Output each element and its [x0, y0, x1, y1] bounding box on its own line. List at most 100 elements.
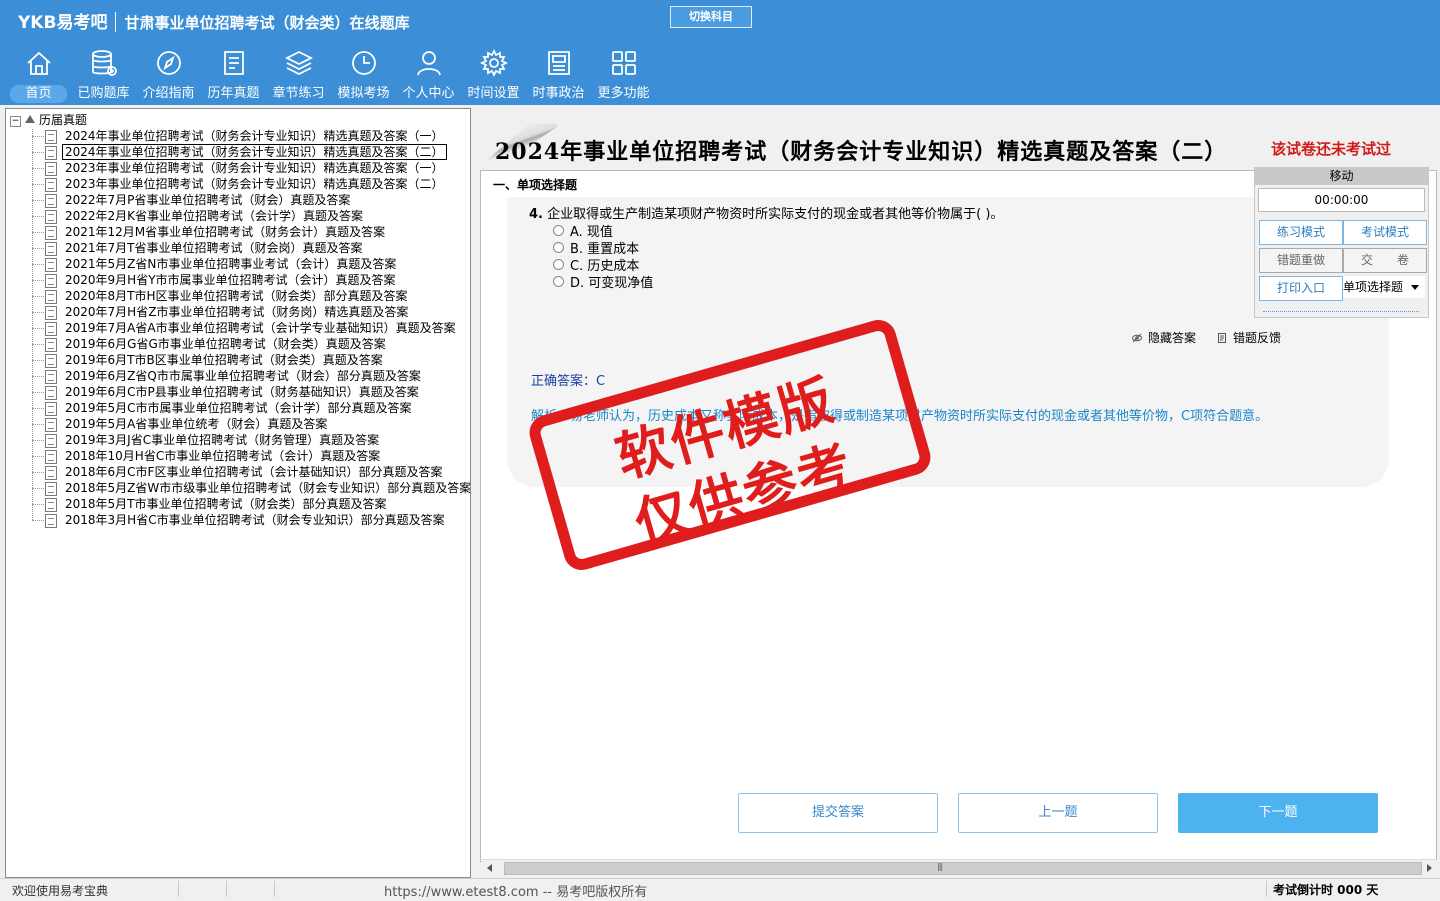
tree-item[interactable]: 2019年7月A省A市事业单位招聘考试（会计学专业基础知识）真题及答案 — [32, 320, 470, 336]
tree-item-label: 2018年6月C市F区事业单位招聘考试（会计基础知识）部分真题及答案 — [65, 465, 443, 479]
tree-item-label: 2018年3月H省C市事业单位招聘考试（财会专业知识）部分真题及答案 — [65, 513, 445, 527]
document-icon — [45, 402, 57, 416]
document-icon — [45, 210, 57, 224]
error-feedback-link[interactable]: 错题反馈 — [1217, 329, 1281, 346]
tree-item[interactable]: 2018年5月Z省W市市级事业单位招聘考试（财会专业知识）部分真题及答案 — [32, 480, 471, 496]
scroll-grip: ||| — [937, 862, 943, 871]
tree-item-label: 2019年6月Z省Q市市属事业单位招聘考试（财会）部分真题及答案 — [65, 369, 421, 383]
tree-root[interactable]: − 历届真题 — [10, 112, 87, 128]
hide-answer-link[interactable]: 隐藏答案 — [1132, 329, 1196, 346]
nav-mock-exam[interactable]: 模拟考场 — [331, 48, 396, 104]
tree-item-label: 2022年2月K省事业单位招聘考试（会计学）真题及答案 — [65, 209, 364, 223]
nav-chapter-practice-label: 章节练习 — [272, 86, 325, 101]
nav-personal-center[interactable]: 个人中心 — [396, 48, 461, 104]
tree-item[interactable]: 2022年2月K省事业单位招聘考试（会计学）真题及答案 — [32, 208, 470, 224]
option-d[interactable]: D. 可变现净值 — [553, 272, 653, 291]
radio-icon[interactable] — [553, 225, 564, 236]
tree-item-label: 2018年5月T市事业单位招聘考试（财会类）部分真题及答案 — [65, 497, 387, 511]
tree-item-label: 2018年5月Z省W市市级事业单位招聘考试（财会专业知识）部分真题及答案 — [65, 481, 471, 495]
logo-text: YKB易考吧 — [18, 13, 108, 33]
radio-icon[interactable] — [553, 259, 564, 270]
app-title: 甘肃事业单位招聘考试（财会类）在线题库 — [124, 14, 410, 32]
not-tested-notice: 该试卷还未考试过 — [1271, 140, 1392, 158]
tree-root-label: 历届真题 — [39, 113, 88, 127]
tree-item[interactable]: 2019年6月G省G市事业单位招聘考试（财会类）真题及答案 — [32, 336, 470, 352]
status-welcome: 欢迎使用易考宝典 — [12, 884, 109, 898]
nav-time-settings[interactable]: 时间设置 — [461, 48, 526, 104]
document-icon — [45, 434, 57, 448]
folder-triangle-icon — [25, 115, 35, 123]
tree-item[interactable]: 2023年事业单位招聘考试（财务会计专业知识）精选真题及答案（一） — [32, 160, 470, 176]
tree-item-label: 2024年事业单位招聘考试（财务会计专业知识）精选真题及答案（一） — [65, 129, 444, 143]
tree-item[interactable]: 2018年10月H省C市事业单位招聘考试（会计）真题及答案 — [32, 448, 470, 464]
tree-item-label: 2019年7月A省A市事业单位招聘考试（会计学专业基础知识）真题及答案 — [65, 321, 456, 335]
document-icon — [45, 130, 57, 144]
scroll-left-icon[interactable] — [487, 864, 492, 872]
tree-item[interactable]: 2021年12月M省事业单位招聘考试（财务会计）真题及答案 — [32, 224, 470, 240]
question-type-select[interactable]: 单项选择题 — [1343, 276, 1425, 298]
nav-home[interactable]: 首页 — [6, 48, 71, 104]
tree-item[interactable]: 2021年5月Z省N市事业单位招聘事业考试（会计）真题及答案 — [32, 256, 470, 272]
mode-panel: 移动 00:00:00 练习模式 考试模式 错题重做 交 卷 打印入口 单项选择… — [1254, 167, 1429, 318]
compass-icon — [156, 51, 181, 75]
document-icon — [45, 354, 57, 368]
gear-icon — [479, 48, 508, 78]
radio-icon[interactable] — [553, 276, 564, 287]
tree-item[interactable]: 2019年3月J省C事业单位招聘考试（财务管理）真题及答案 — [32, 432, 470, 448]
nav-current-affairs[interactable]: 时事政治 — [526, 48, 591, 104]
paper-tree-panel: − 历届真题 2024年事业单位招聘考试（财务会计专业知识）精选真题及答案（一） 2… — [5, 108, 471, 878]
nav-home-label: 首页 — [10, 85, 67, 103]
nav-chapter-practice[interactable]: 章节练习 — [266, 48, 331, 104]
tree-item[interactable]: 2023年事业单位招聘考试（财务会计专业知识）精选真题及答案（二） — [32, 176, 470, 192]
section-heading: 一、单项选择题 — [493, 178, 578, 192]
nav-guide-label: 介绍指南 — [142, 86, 195, 101]
tree-item[interactable]: 2024年事业单位招聘考试（财务会计专业知识）精选真题及答案（一） — [32, 128, 470, 144]
practice-mode-button[interactable]: 练习模式 — [1259, 220, 1343, 245]
nav-mock-exam-label: 模拟考场 — [337, 86, 390, 101]
tree-item[interactable]: 2020年8月T市H区事业单位招聘考试（财会类）部分真题及答案 — [32, 288, 470, 304]
tree-item[interactable]: 2018年6月C市F区事业单位招聘考试（会计基础知识）部分真题及答案 — [32, 464, 470, 480]
redo-wrong-button[interactable]: 错题重做 — [1259, 248, 1343, 273]
switch-subject-button[interactable]: 切换科目 — [670, 6, 752, 28]
nav-past-papers[interactable]: 历年真题 — [201, 48, 266, 104]
tree-item-label: 2018年10月H省C市事业单位招聘考试（会计）真题及答案 — [65, 449, 381, 463]
nav-more-functions[interactable]: 更多功能 — [591, 48, 656, 104]
horizontal-scrollbar[interactable]: ||| — [482, 859, 1437, 876]
tree-item[interactable]: 2019年5月A省事业单位统考（财会）真题及答案 — [32, 416, 470, 432]
tree-item[interactable]: 2019年6月T市B区事业单位招聘考试（财会类）真题及答案 — [32, 352, 470, 368]
status-copyright: https://www.etest8.com -- 易考吧版权所有 — [384, 885, 648, 900]
next-question-button[interactable]: 下一题 — [1178, 793, 1378, 833]
eye-slash-icon — [1132, 333, 1142, 343]
tree-item[interactable]: 2018年5月T市事业单位招聘考试（财会类）部分真题及答案 — [32, 496, 470, 512]
question-stem: 企业取得或生产制造某项财产物资时所实际支付的现金或者其他等价物属于( )。 — [547, 207, 1004, 222]
prev-question-button[interactable]: 上一题 — [958, 793, 1158, 833]
tree-item[interactable]: 2018年3月H省C市事业单位招聘考试（财会专业知识）部分真题及答案 — [32, 512, 470, 528]
tree-item[interactable]: 2020年9月H省Y市市属事业单位招聘考试（会计）真题及答案 — [32, 272, 470, 288]
nav-purchased[interactable]: 已购题库 — [71, 48, 136, 104]
tree-item[interactable]: 2024年事业单位招聘考试（财务会计专业知识）精选真题及答案（二） — [32, 144, 470, 160]
home-icon — [26, 51, 51, 75]
document-icon — [45, 386, 57, 400]
scroll-right-icon[interactable] — [1427, 864, 1432, 872]
question-text: 4. 企业取得或生产制造某项财产物资时所实际支付的现金或者其他等价物属于( )。 — [529, 203, 1003, 222]
submit-paper-button[interactable]: 交 卷 — [1343, 248, 1427, 273]
tree-item-label: 2021年5月Z省N市事业单位招聘事业考试（会计）真题及答案 — [65, 257, 397, 271]
exam-mode-button[interactable]: 考试模式 — [1343, 220, 1427, 245]
tree-item-label: 2019年6月C市P县事业单位招聘考试（财务基础知识）真题及答案 — [65, 385, 419, 399]
tree-collapse-icon[interactable]: − — [10, 116, 21, 127]
tree-item[interactable]: 2021年7月T省事业单位招聘考试（财会岗）真题及答案 — [32, 240, 470, 256]
layers-icon — [284, 50, 313, 76]
move-handle[interactable]: 移动 — [1255, 168, 1428, 185]
nav-guide[interactable]: 介绍指南 — [136, 48, 201, 104]
print-entry-button[interactable]: 打印入口 — [1259, 276, 1343, 301]
scroll-thumb[interactable] — [504, 862, 1422, 875]
tree-item-label: 2019年5月C市市属事业单位招聘考试（会计学）部分真题及答案 — [65, 401, 412, 415]
tree-item[interactable]: 2019年6月Z省Q市市属事业单位招聘考试（财会）部分真题及答案 — [32, 368, 470, 384]
submit-answer-button[interactable]: 提交答案 — [738, 793, 938, 833]
correct-answer: 正确答案：C — [531, 374, 606, 389]
radio-icon[interactable] — [553, 242, 564, 253]
tree-item[interactable]: 2019年5月C市市属事业单位招聘考试（会计学）部分真题及答案 — [32, 400, 470, 416]
tree-item[interactable]: 2020年7月H省Z市事业单位招聘考试（财务岗）精选真题及答案 — [32, 304, 470, 320]
tree-item[interactable]: 2022年7月P省事业单位招聘考试（财会）真题及答案 — [32, 192, 470, 208]
tree-item[interactable]: 2019年6月C市P县事业单位招聘考试（财务基础知识）真题及答案 — [32, 384, 470, 400]
